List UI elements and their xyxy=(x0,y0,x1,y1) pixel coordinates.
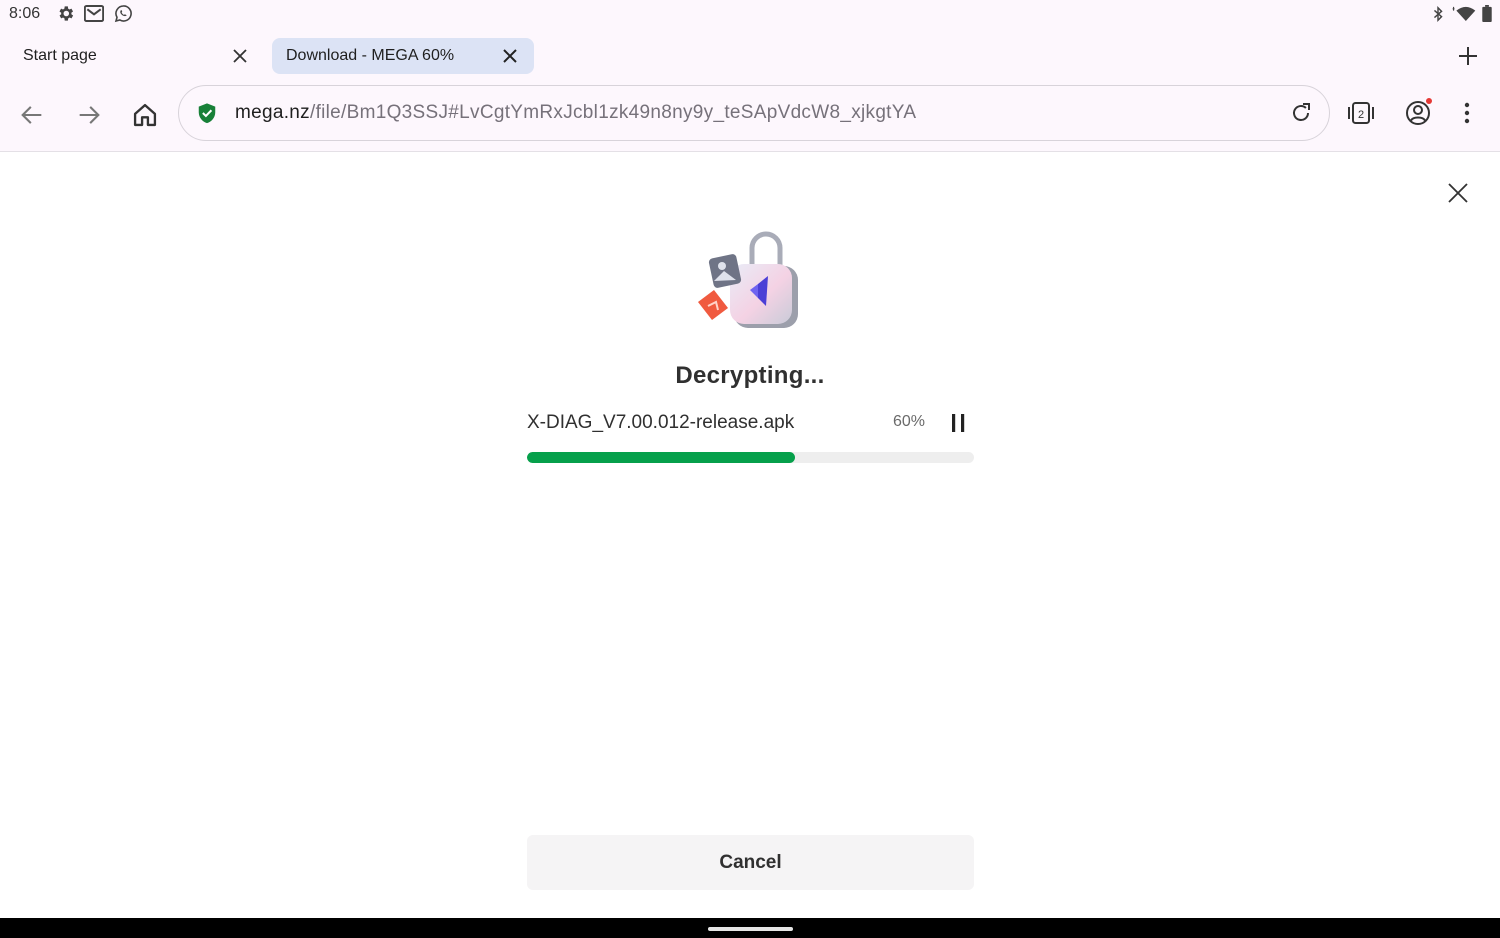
page-content: Decrypting... X-DIAG_V7.00.012-release.a… xyxy=(0,152,1500,918)
dialog-title: Decrypting... xyxy=(675,362,825,389)
address-bar[interactable]: mega.nz/file/Bm1Q3SSJ#LvCgtYmRxJcbl1zk49… xyxy=(178,85,1330,141)
security-shield-icon[interactable] xyxy=(196,102,218,124)
pause-icon[interactable] xyxy=(950,413,968,433)
gear-icon xyxy=(59,6,74,21)
cancel-button[interactable]: Cancel xyxy=(527,835,974,890)
tab-download-mega[interactable]: Download - MEGA 60% xyxy=(272,38,534,74)
progress-bar xyxy=(527,452,974,463)
bluetooth-icon xyxy=(1433,5,1443,22)
decrypt-lock-illustration-icon xyxy=(698,231,798,328)
home-icon[interactable] xyxy=(131,101,159,129)
account-icon[interactable] xyxy=(1403,98,1433,128)
url-host: mega.nz xyxy=(235,102,310,123)
progress-bar-fill xyxy=(527,452,796,463)
tab-label: Start page xyxy=(23,47,97,64)
tab-count: 2 xyxy=(1358,109,1364,121)
home-gesture-handle[interactable] xyxy=(708,927,793,931)
system-nav-bar xyxy=(0,918,1500,938)
close-tab-icon[interactable] xyxy=(230,46,250,66)
new-tab-plus-icon[interactable] xyxy=(1456,44,1480,68)
tab-switcher-icon[interactable]: 2 xyxy=(1346,98,1376,128)
wifi-icon xyxy=(1452,6,1476,22)
status-bar: 8:06 xyxy=(0,0,1500,28)
close-dialog-icon[interactable] xyxy=(1446,181,1470,205)
tab-label: Download - MEGA 60% xyxy=(286,47,455,64)
progress-percent: 60% xyxy=(893,413,926,430)
close-tab-icon[interactable] xyxy=(500,46,520,66)
battery-icon xyxy=(1482,5,1492,22)
tab-start-page[interactable]: Start page xyxy=(10,38,264,74)
whatsapp-icon xyxy=(114,5,132,23)
status-time: 8:06 xyxy=(9,5,41,22)
gmail-icon xyxy=(84,5,104,22)
url-path: /file/Bm1Q3SSJ#LvCgtYmRxJcbl1zk49n8ny9y_… xyxy=(309,102,917,123)
tab-strip: Start page Download - MEGA 60% xyxy=(0,28,1500,84)
file-name: X-DIAG_V7.00.012-release.apk xyxy=(527,412,795,433)
back-arrow-icon[interactable] xyxy=(18,101,46,129)
url-text[interactable]: mega.nz/file/Bm1Q3SSJ#LvCgtYmRxJcbl1zk49… xyxy=(235,102,916,124)
reload-icon[interactable] xyxy=(1289,101,1313,125)
browser-toolbar: mega.nz/file/Bm1Q3SSJ#LvCgtYmRxJcbl1zk49… xyxy=(0,84,1500,152)
forward-arrow-icon[interactable] xyxy=(75,101,103,129)
more-menu-icon[interactable] xyxy=(1452,98,1482,128)
